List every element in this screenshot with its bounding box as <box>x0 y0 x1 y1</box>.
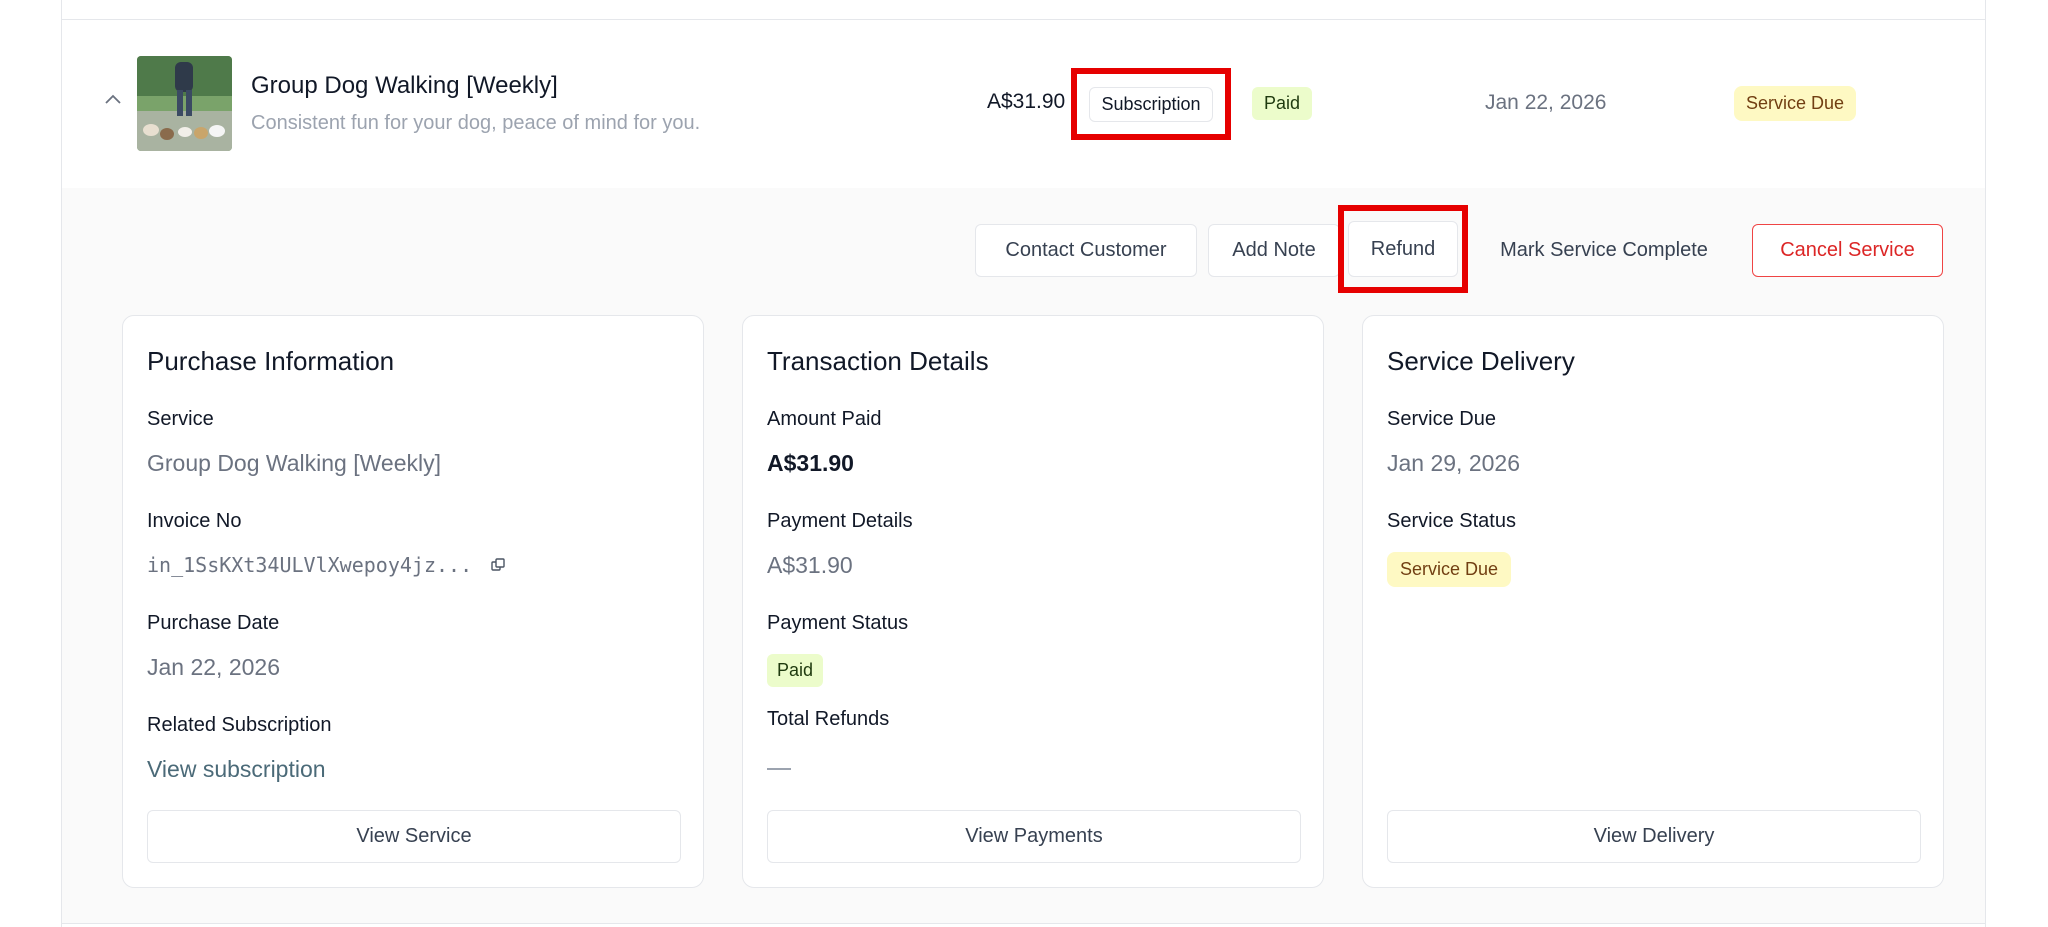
view-delivery-button[interactable]: View Delivery <box>1387 810 1921 863</box>
card-title: Service Delivery <box>1387 346 1575 376</box>
invoice-label: Invoice No <box>147 510 242 532</box>
view-service-button[interactable]: View Service <box>147 810 681 863</box>
service-subtitle: Consistent fun for your dog, peace of mi… <box>251 112 701 134</box>
copy-icon[interactable] <box>490 557 506 573</box>
order-price: A$31.90 <box>987 90 1066 113</box>
payment-status-label: Payment Status <box>767 612 909 634</box>
view-subscription-link[interactable]: View subscription <box>147 756 326 783</box>
service-delivery-card: Service Delivery Service Due Jan 29, 202… <box>1362 315 1944 888</box>
service-label: Service <box>147 408 214 430</box>
subscription-badge: Subscription <box>1089 86 1213 122</box>
order-panel: Group Dog Walking [Weekly] Consistent fu… <box>61 0 1986 927</box>
purchase-date-label: Purchase Date <box>147 612 280 634</box>
view-payments-button[interactable]: View Payments <box>767 810 1301 863</box>
service-title: Group Dog Walking [Weekly] <box>251 72 558 99</box>
subscription-badge-highlight: Subscription <box>1071 68 1231 140</box>
total-refunds-label: Total Refunds <box>767 708 890 730</box>
cancel-service-button[interactable]: Cancel Service <box>1752 224 1943 277</box>
contact-customer-button[interactable]: Contact Customer <box>975 224 1197 277</box>
service-thumbnail <box>137 56 232 151</box>
invoice-row: in_1SsKXt34ULVlXwepoy4jz... <box>147 553 506 577</box>
service-status-badge: Service Due <box>1387 552 1512 587</box>
card-title: Transaction Details <box>767 346 989 376</box>
payment-details-value: A$31.90 <box>767 552 853 578</box>
mark-complete-button[interactable]: Mark Service Complete <box>1468 224 1740 277</box>
add-note-button[interactable]: Add Note <box>1208 224 1340 277</box>
related-subscription-label: Related Subscription <box>147 714 332 736</box>
refund-button-highlight: Refund <box>1338 205 1468 293</box>
service-status-badge: Service Due <box>1734 86 1857 121</box>
refund-button[interactable]: Refund <box>1348 221 1458 277</box>
transaction-details-card: Transaction Details Amount Paid A$31.90 … <box>742 315 1324 888</box>
payment-status-badge: Paid <box>767 654 824 687</box>
payment-details-label: Payment Details <box>767 510 913 532</box>
service-due-value: Jan 29, 2026 <box>1387 450 1521 476</box>
service-value: Group Dog Walking [Weekly] <box>147 450 442 476</box>
invoice-value: in_1SsKXt34ULVlXwepoy4jz... <box>147 553 473 577</box>
chevron-up-icon[interactable] <box>98 84 128 114</box>
payment-status-badge: Paid <box>1252 87 1313 120</box>
purchase-date-value: Jan 22, 2026 <box>147 654 281 680</box>
total-refunds-empty <box>767 768 791 770</box>
purchase-information-card: Purchase Information Service Group Dog W… <box>122 315 704 888</box>
bottom-divider <box>62 923 1985 924</box>
order-row[interactable]: Group Dog Walking [Weekly] Consistent fu… <box>62 20 1985 188</box>
amount-paid-label: Amount Paid <box>767 408 882 430</box>
order-details: Contact Customer Add Note Refund Mark Se… <box>62 188 1985 923</box>
order-date: Jan 22, 2026 <box>1485 91 1607 114</box>
service-status-label: Service Status <box>1387 510 1516 532</box>
card-title: Purchase Information <box>147 346 395 376</box>
service-due-label: Service Due <box>1387 408 1496 430</box>
amount-paid-value: A$31.90 <box>767 450 854 476</box>
